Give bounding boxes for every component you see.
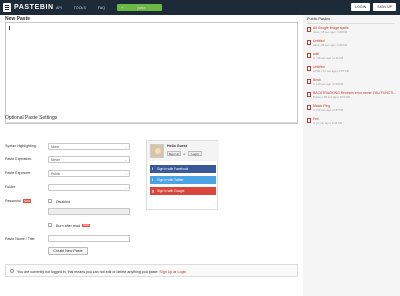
new-badge: NEW xyxy=(22,199,32,203)
info-icon xyxy=(10,269,14,273)
expiration-select-value: Never xyxy=(51,158,61,162)
folder-select[interactable]: ⌄ xyxy=(48,184,130,191)
create-new-paste-button[interactable]: Create New Paste xyxy=(48,247,88,255)
plus-icon: + xyxy=(121,5,124,10)
guest-greeting: Hello Guest xyxy=(167,144,187,148)
google-icon: g xyxy=(152,189,154,193)
exposure-select-value: Public xyxy=(51,172,61,176)
facebook-icon: f xyxy=(152,167,154,171)
google-signin-button[interactable]: g Sign in with Google xyxy=(150,187,216,195)
divider xyxy=(307,23,395,24)
guest-signup-button[interactable]: Sign Up xyxy=(167,151,181,156)
new-paste-button[interactable]: + paste xyxy=(117,4,162,11)
document-icon xyxy=(307,39,311,45)
document-icon xyxy=(307,117,311,123)
paste-meta: Python | 50 sec ago | 0.50 KB xyxy=(313,95,350,99)
chevron-down-icon: ⌄ xyxy=(124,158,127,162)
signup-button[interactable]: SIGN UP xyxy=(373,3,396,11)
google-signin-label: Sign in with Google xyxy=(157,189,185,193)
facebook-signin-label: Sign in with Facebook xyxy=(157,167,189,171)
notice-login-link[interactable]: Login xyxy=(178,270,187,274)
paste-meta: C | 43 sec ago | 0.53 KB xyxy=(313,82,344,86)
document-icon xyxy=(307,91,311,97)
notice-signup-link[interactable]: Sign Up xyxy=(160,270,173,274)
paste-meta: HTML | 31 sec ago | 0.87 KB xyxy=(313,69,349,73)
folder-label: Folder: xyxy=(5,185,17,189)
notice-or: or xyxy=(173,269,177,274)
logo-icon xyxy=(3,3,11,12)
document-icon xyxy=(307,78,311,84)
divider xyxy=(5,122,298,123)
sidebar-title: Public Pastes xyxy=(307,17,331,21)
login-button[interactable]: LOGIN xyxy=(351,3,371,11)
chevron-down-icon: ⌄ xyxy=(124,186,127,190)
facebook-signin-button[interactable]: f Sign in with Facebook xyxy=(150,165,216,173)
document-icon xyxy=(307,104,311,110)
document-icon xyxy=(307,65,311,71)
guest-panel: Hello Guest Sign Up or Login f Sign in w… xyxy=(146,140,219,210)
document-icon xyxy=(307,26,311,32)
not-logged-in-notice: You are currently not logged in, this me… xyxy=(5,264,298,277)
password-label-row: Password NEW xyxy=(5,199,32,203)
guest-login-button[interactable]: Login xyxy=(188,151,202,156)
avatar xyxy=(150,144,164,158)
auth-buttons: LOGIN SIGN UP xyxy=(351,3,396,11)
exposure-label: Paste Exposure: xyxy=(5,171,32,175)
notice-text: You are currently not logged in, this me… xyxy=(17,270,186,274)
optional-settings-heading: Optional Paste Settings xyxy=(5,115,58,121)
document-icon xyxy=(307,52,311,58)
nav-api[interactable]: API xyxy=(56,6,62,10)
top-navbar: PASTEBIN API TOOLS FAQ + paste LOGIN SIG… xyxy=(0,0,400,15)
syntax-label: Syntax Highlighting: xyxy=(5,144,37,148)
new-badge: NEW xyxy=(81,223,91,228)
paste-meta: Java | 15 sec ago | 0.09 KB xyxy=(313,30,348,34)
burn-after-read-row: Burn after read NEW xyxy=(56,223,91,228)
paste-textarea[interactable] xyxy=(5,22,298,124)
logo-text: PASTEBIN xyxy=(14,4,54,11)
expiration-select[interactable]: Never ⌄ xyxy=(48,156,130,163)
guest-panel-header: Hello Guest Sign Up or Login xyxy=(147,141,219,161)
burn-after-read-label: Burn after read xyxy=(56,223,80,228)
syntax-select-value: None xyxy=(51,145,60,149)
paste-meta: C | 30 sec ago | 1.21 KB xyxy=(313,56,344,60)
new-paste-label: paste xyxy=(136,5,146,10)
chevron-down-icon: ⌄ xyxy=(124,172,127,176)
twitter-signin-button[interactable]: t Sign in with Twitter xyxy=(150,176,216,184)
paste-meta: C | 1 min ago | 0.44 KB xyxy=(313,121,342,125)
nav-faq[interactable]: FAQ xyxy=(98,6,105,10)
nav-tools[interactable]: TOOLS xyxy=(74,6,86,10)
password-disabled-label: Disabled xyxy=(56,199,70,204)
chevron-down-icon: ⌄ xyxy=(124,145,127,149)
password-input xyxy=(48,208,130,215)
twitter-signin-label: Sign in with Twitter xyxy=(157,178,184,182)
paste-meta: C | 53 sec ago | 0.87 KB xyxy=(313,108,344,112)
password-checkbox[interactable] xyxy=(48,199,52,203)
paste-meta: Java | 25 sec ago | 0.69 KB xyxy=(313,43,348,47)
exposure-select[interactable]: Public ⌄ xyxy=(48,170,130,177)
pastebin-logo[interactable]: PASTEBIN xyxy=(3,3,54,12)
guest-or: or xyxy=(183,151,186,156)
burn-after-read-checkbox[interactable] xyxy=(48,223,52,227)
paste-name-input[interactable] xyxy=(48,235,130,242)
twitter-icon: t xyxy=(152,178,154,182)
syntax-select[interactable]: None ⌄ xyxy=(48,143,130,150)
expiration-label: Paste Expiration: xyxy=(5,157,33,161)
public-pastes-sidebar: Public Pastes All Google Image spells Ja… xyxy=(303,15,400,296)
text-caret xyxy=(9,26,10,30)
notice-message: You are currently not logged in, this me… xyxy=(17,269,159,274)
paste-name-label: Paste Name / Title: xyxy=(5,237,36,241)
main-nav: API TOOLS FAQ + paste xyxy=(56,4,162,11)
password-label: Password xyxy=(5,199,21,203)
